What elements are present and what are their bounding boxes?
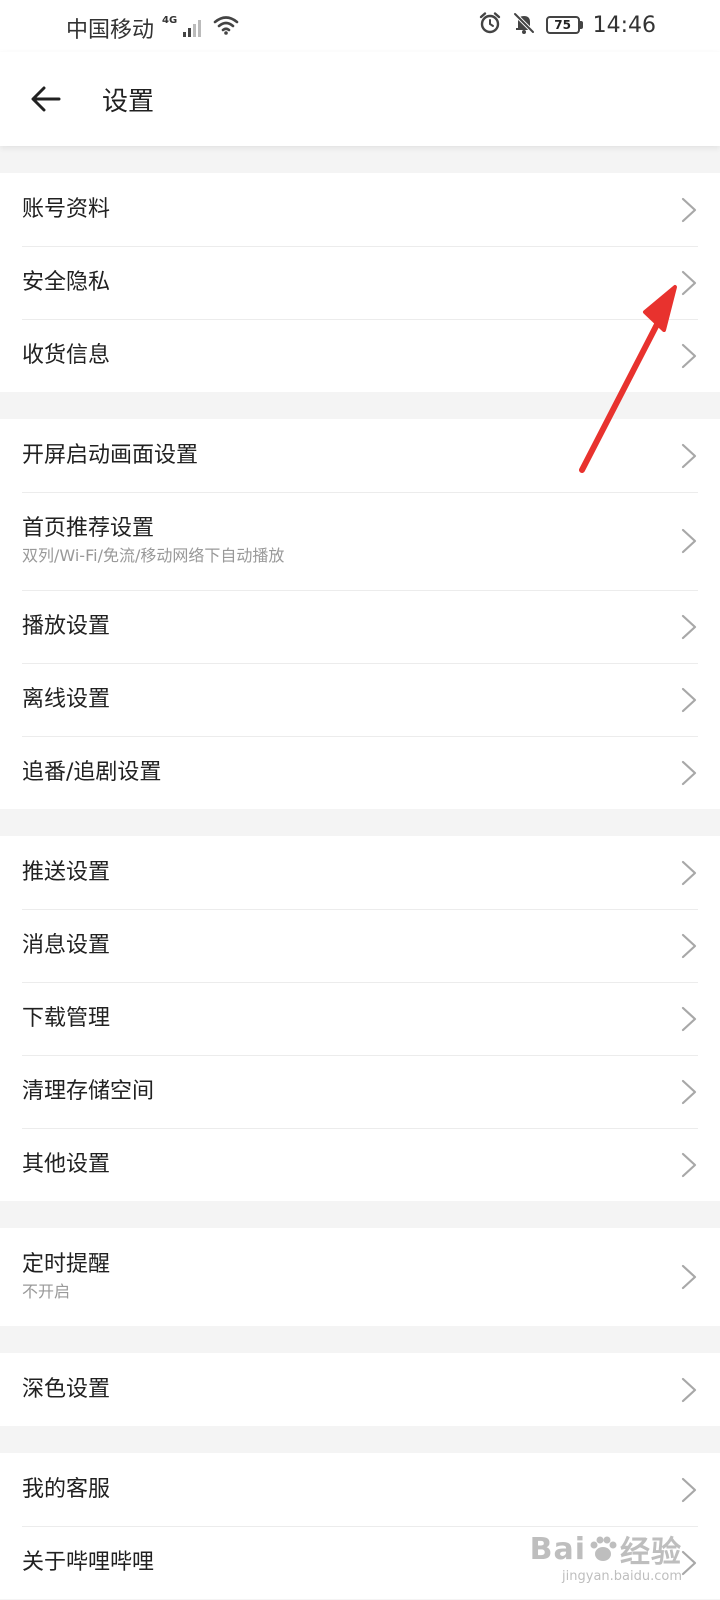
- chevron-right-icon: [681, 933, 697, 958]
- settings-group-account: 账号资料 安全隐私 收货信息: [0, 173, 720, 392]
- settings-group-dark: 深色设置: [0, 1353, 720, 1426]
- row-label: 开屏启动画面设置: [22, 442, 199, 468]
- row-label: 定时提醒: [22, 1252, 111, 1277]
- chevron-right-icon: [681, 860, 697, 885]
- chevron-right-icon: [681, 1152, 697, 1177]
- group-divider: [0, 1426, 720, 1453]
- settings-row-follow-series[interactable]: 追番/追剧设置: [0, 736, 720, 809]
- chevron-right-icon: [681, 1377, 697, 1402]
- chevron-right-icon: [681, 1477, 697, 1502]
- settings-group-playback: 开屏启动画面设置 首页推荐设置 双列/Wi-Fi/免流/移动网络下自动播放 播放…: [0, 419, 720, 809]
- row-label: 清理存储空间: [22, 1078, 155, 1104]
- row-label: 播放设置: [22, 613, 111, 639]
- chevron-right-icon: [681, 1550, 697, 1575]
- settings-row-storage[interactable]: 清理存储空间: [0, 1055, 720, 1128]
- row-label: 离线设置: [22, 686, 111, 712]
- group-divider: [0, 1201, 720, 1228]
- row-label: 收货信息: [22, 342, 111, 368]
- watermark-brand-right: 经验: [620, 1535, 682, 1570]
- chevron-right-icon: [681, 614, 697, 639]
- settings-row-timed-reminder[interactable]: 定时提醒 不开启: [0, 1228, 720, 1326]
- page-header: 设置: [0, 52, 720, 146]
- battery-icon: 75: [545, 16, 583, 34]
- settings-row-account-info[interactable]: 账号资料: [0, 173, 720, 246]
- watermark-logo: Bai 经验: [530, 1527, 682, 1571]
- signal-icon: [183, 19, 202, 37]
- chevron-right-icon: [681, 1079, 697, 1104]
- status-time: 14:46: [592, 12, 656, 38]
- row-label: 追番/追剧设置: [22, 759, 162, 785]
- page-title: 设置: [102, 87, 155, 117]
- watermark-url: jingyan.baidu.com: [562, 1569, 682, 1584]
- wifi-icon: [213, 15, 239, 41]
- settings-row-playback[interactable]: 播放设置: [0, 590, 720, 663]
- settings-row-other[interactable]: 其他设置: [0, 1128, 720, 1201]
- row-subtitle: 不开启: [22, 1282, 71, 1301]
- row-label: 消息设置: [22, 932, 111, 958]
- chevron-right-icon: [681, 270, 697, 295]
- chevron-right-icon: [681, 343, 697, 368]
- settings-row-security-privacy[interactable]: 安全隐私: [0, 246, 720, 319]
- group-divider: [0, 1326, 720, 1353]
- back-button[interactable]: [24, 77, 68, 121]
- row-subtitle: 双列/Wi-Fi/免流/移动网络下自动播放: [22, 546, 285, 565]
- settings-row-push[interactable]: 推送设置: [0, 836, 720, 909]
- chevron-right-icon: [681, 197, 697, 222]
- row-label: 我的客服: [22, 1476, 111, 1502]
- settings-group-notifications: 推送设置 消息设置 下载管理 清理存储空间 其他设置: [0, 836, 720, 1201]
- group-divider: [0, 392, 720, 419]
- watermark: Bai 经验 jingyan.baidu.com: [530, 1527, 682, 1585]
- settings-row-splash-screen[interactable]: 开屏启动画面设置: [0, 419, 720, 492]
- chevron-right-icon: [681, 760, 697, 785]
- settings-row-messages[interactable]: 消息设置: [0, 909, 720, 982]
- settings-row-shipping-info[interactable]: 收货信息: [0, 319, 720, 392]
- chevron-right-icon: [681, 1006, 697, 1031]
- row-label: 推送设置: [22, 859, 111, 885]
- arrow-left-icon: [31, 86, 61, 112]
- settings-group-reminder: 定时提醒 不开启: [0, 1228, 720, 1326]
- battery-level: 75: [545, 16, 580, 34]
- alarm-clock-icon: [478, 11, 502, 39]
- carrier-info: 中国移动 4G: [66, 12, 239, 44]
- row-label: 首页推荐设置: [22, 516, 155, 541]
- bell-off-icon: [512, 11, 536, 39]
- carrier-name: 中国移动: [66, 18, 155, 43]
- row-label: 下载管理: [22, 1005, 111, 1031]
- chevron-right-icon: [681, 443, 697, 468]
- group-divider: [0, 809, 720, 836]
- row-label: 账号资料: [22, 196, 111, 222]
- watermark-brand-left: Bai: [529, 1531, 586, 1567]
- row-label: 深色设置: [22, 1376, 111, 1402]
- group-divider: [0, 146, 720, 173]
- chevron-right-icon: [681, 687, 697, 712]
- settings-row-offline[interactable]: 离线设置: [0, 663, 720, 736]
- status-right: 75 14:46: [478, 11, 656, 39]
- row-label: 其他设置: [22, 1151, 111, 1177]
- network-type: 4G: [162, 14, 178, 26]
- settings-row-dark-mode[interactable]: 深色设置: [0, 1353, 720, 1426]
- settings-row-home-recommend[interactable]: 首页推荐设置 双列/Wi-Fi/免流/移动网络下自动播放: [0, 492, 720, 590]
- paw-icon: [590, 1536, 617, 1561]
- chevron-right-icon: [681, 1264, 697, 1290]
- chevron-right-icon: [681, 528, 697, 554]
- row-label: 安全隐私: [22, 269, 111, 295]
- settings-row-customer-service[interactable]: 我的客服: [0, 1453, 720, 1526]
- settings-list: 账号资料 安全隐私 收货信息 开屏启动画面设置 首页推荐设置 双列/Wi-Fi/…: [0, 146, 720, 1599]
- status-bar: 中国移动 4G 75 14:46: [0, 0, 720, 52]
- settings-row-downloads[interactable]: 下载管理: [0, 982, 720, 1055]
